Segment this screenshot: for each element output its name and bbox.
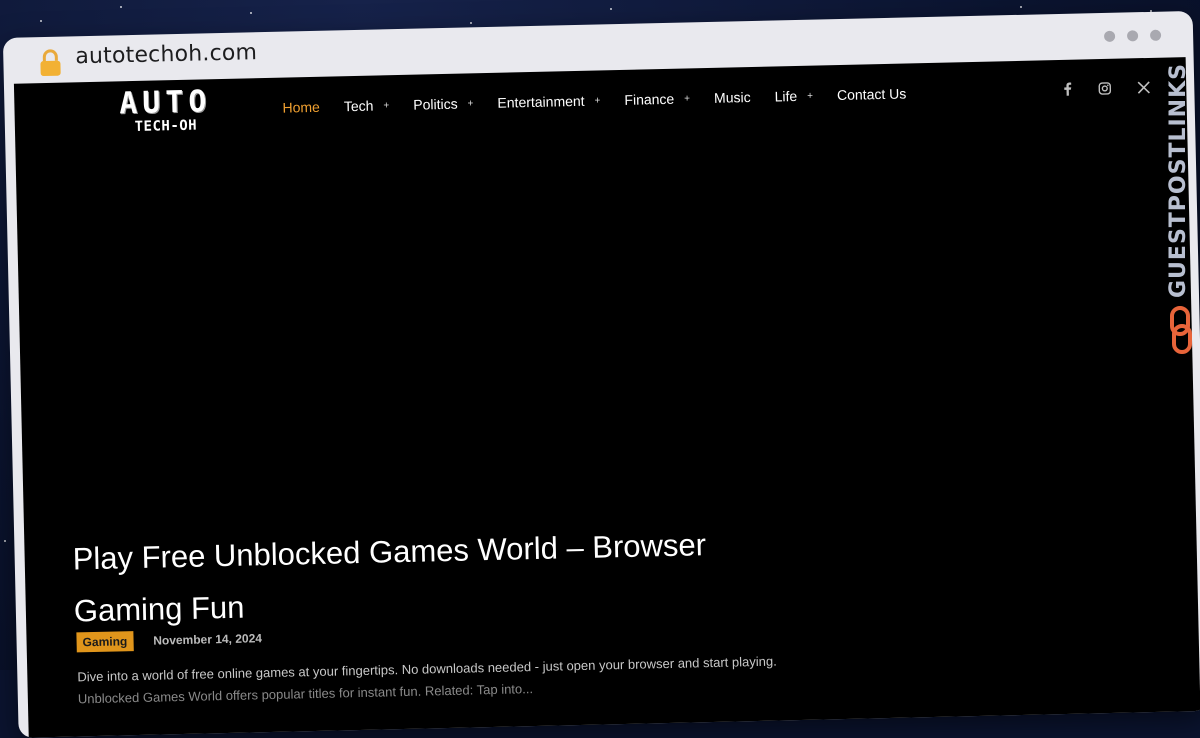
nav-item-label: Music xyxy=(714,89,751,106)
category-badge[interactable]: Gaming xyxy=(76,631,133,652)
facebook-icon[interactable] xyxy=(1062,82,1072,96)
social-links xyxy=(1062,80,1150,96)
nav-item-label: Politics xyxy=(413,96,458,113)
submenu-plus-icon: + xyxy=(684,93,690,104)
watermark-text: GUESTPOSTLINKS xyxy=(1166,63,1191,298)
post-title[interactable]: Play Free Unblocked Games World – Browse… xyxy=(72,517,794,637)
url-text[interactable]: autotechoh.com xyxy=(75,40,257,69)
post-excerpt: Dive into a world of free online games a… xyxy=(77,649,838,710)
post-meta: Gaming November 14, 2024 xyxy=(76,628,262,652)
instagram-icon[interactable] xyxy=(1098,81,1111,94)
submenu-plus-icon: + xyxy=(594,95,600,106)
logo-text-top: AUTO xyxy=(110,87,221,119)
window-dot[interactable] xyxy=(1150,30,1161,41)
nav-item-life[interactable]: Life + xyxy=(774,88,813,105)
nav-item-label: Tech xyxy=(344,98,374,115)
nav-item-tech[interactable]: Tech + xyxy=(344,97,390,114)
browser-window: autotechoh.com AUTO TECH-OH Home Tech + xyxy=(3,11,1200,738)
nav-item-entertainment[interactable]: Entertainment + xyxy=(497,92,600,110)
nav-item-label: Home xyxy=(282,99,320,116)
star xyxy=(4,540,6,542)
nav-item-contact-us[interactable]: Contact Us xyxy=(837,85,907,103)
nav-item-label: Entertainment xyxy=(497,93,585,111)
submenu-plus-icon: + xyxy=(467,98,473,109)
nav-item-politics[interactable]: Politics + xyxy=(413,95,474,112)
guestpostlinks-watermark: GUESTPOSTLINKS xyxy=(1160,58,1200,358)
x-twitter-icon[interactable] xyxy=(1137,80,1150,93)
chain-link-icon xyxy=(1168,306,1194,359)
tilted-browser-mockup: autotechoh.com AUTO TECH-OH Home Tech + xyxy=(0,0,1200,670)
submenu-plus-icon: + xyxy=(807,90,813,101)
main-nav: Home Tech + Politics + Entertainment + F… xyxy=(282,85,930,116)
window-dot[interactable] xyxy=(1104,31,1115,42)
nav-item-label: Life xyxy=(774,88,797,105)
submenu-plus-icon: + xyxy=(383,100,389,111)
window-dot[interactable] xyxy=(1127,30,1138,41)
nav-item-label: Contact Us xyxy=(837,85,907,103)
nav-item-music[interactable]: Music xyxy=(714,89,751,106)
site-logo[interactable]: AUTO TECH-OH xyxy=(110,87,221,135)
nav-item-home[interactable]: Home xyxy=(282,99,320,116)
nav-item-label: Finance xyxy=(624,91,674,108)
page-viewport: AUTO TECH-OH Home Tech + Politics + Ente… xyxy=(14,57,1200,738)
nav-item-finance[interactable]: Finance + xyxy=(624,90,690,107)
window-controls xyxy=(1104,30,1161,42)
lock-icon xyxy=(37,49,64,78)
post-date: November 14, 2024 xyxy=(153,631,262,647)
